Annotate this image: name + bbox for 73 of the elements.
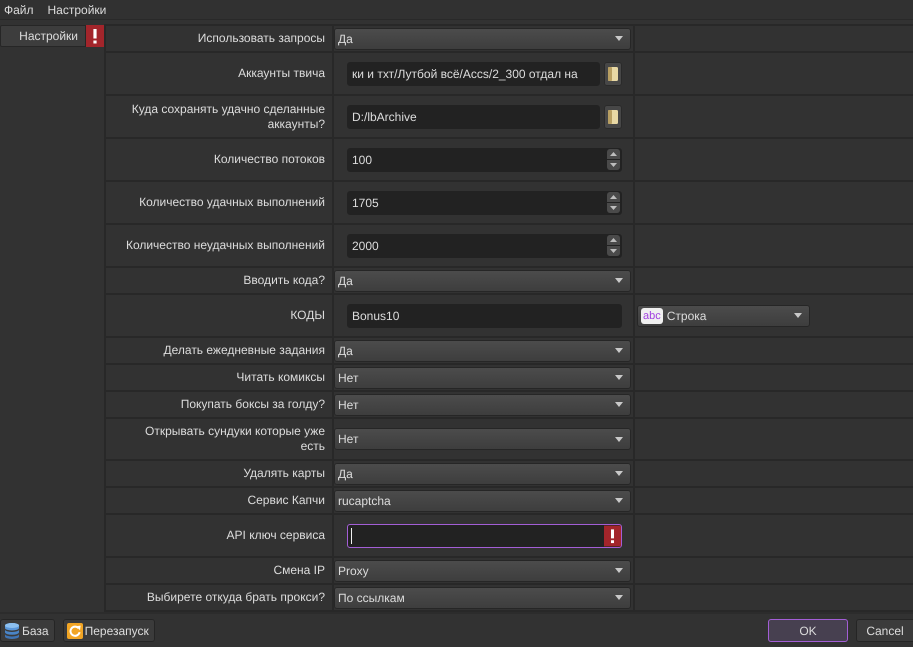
dropdown[interactable]: Нет	[334, 394, 631, 416]
dropdown[interactable]: Да	[334, 462, 631, 484]
menu-item[interactable]: Файл	[1, 0, 37, 18]
dropdown[interactable]: Да	[334, 28, 631, 50]
text-field[interactable]: 1705	[347, 190, 622, 214]
footer-button[interactable]: Перезапуск	[62, 619, 155, 642]
setting-label: Сервис Капчи	[247, 493, 325, 508]
book-icon	[608, 110, 618, 124]
setting-label: Читать комиксы	[236, 370, 325, 385]
up-arrow-icon	[610, 195, 617, 199]
setting-label: API ключ сервиса	[226, 528, 325, 543]
sidebar-item[interactable]: Настройки	[0, 25, 86, 47]
dropdown[interactable]: Нет	[334, 428, 631, 450]
caret-icon	[615, 402, 623, 407]
caret-icon	[615, 375, 623, 380]
setting-label: Выбирете откуда брать прокси?	[146, 590, 325, 605]
caret-icon	[615, 498, 623, 503]
setting-label: Количество неудачных выполнений	[126, 238, 325, 253]
spin-down-button[interactable]	[607, 160, 620, 170]
dialog-button[interactable]: Cancel	[856, 619, 913, 642]
setting-label: Куда сохранять удачно сделанные аккаунты?	[130, 102, 325, 132]
setting-label: Вводить кода?	[243, 273, 325, 288]
text-field[interactable]	[347, 524, 622, 548]
menu-item[interactable]: Настройки	[44, 0, 110, 18]
spin-up-button[interactable]	[607, 192, 620, 202]
type-tag: abc	[641, 308, 663, 324]
text-field[interactable]: D:/lbArchive	[347, 104, 600, 128]
up-arrow-icon	[610, 238, 617, 242]
dropdown[interactable]: Да	[334, 270, 631, 292]
spin-down-button[interactable]	[607, 203, 620, 213]
dropdown[interactable]: Да	[334, 340, 631, 362]
footer-button[interactable]: База	[0, 619, 55, 642]
caret-icon	[615, 436, 623, 442]
setting-label: Делать ежедневные задания	[164, 343, 325, 358]
restart-icon	[66, 622, 83, 638]
down-arrow-icon	[610, 206, 617, 210]
setting-label: Количество удачных выполнений	[139, 195, 325, 210]
setting-label: Покупать боксы за голду?	[180, 397, 325, 412]
up-arrow-icon	[610, 152, 617, 156]
text-cursor-icon	[351, 528, 352, 544]
dropdown[interactable]: rucaptcha	[334, 490, 631, 512]
caret-icon	[615, 471, 623, 476]
spin-up-button[interactable]	[607, 235, 620, 245]
down-arrow-icon	[610, 163, 617, 167]
dialog-button[interactable]: OK	[768, 619, 848, 642]
setting-label: Количество потоков	[214, 152, 325, 167]
spin-down-button[interactable]	[607, 246, 620, 256]
dropdown[interactable]: Нет	[334, 366, 631, 388]
setting-label: Аккаунты твича	[238, 66, 325, 81]
setting-label: Смена IP	[273, 563, 325, 578]
setting-label: Открывать сундуки которые уже есть	[144, 424, 325, 454]
database-icon	[4, 622, 20, 638]
dropdown[interactable]: Proxy	[334, 560, 631, 582]
dropdown[interactable]: По ссылкам	[334, 586, 631, 608]
text-field[interactable]: ки и тхт/Лутбой всё/Accs/2_300 отдал на	[347, 62, 600, 86]
caret-icon	[615, 36, 623, 41]
browse-button[interactable]	[604, 104, 622, 128]
setting-label: КОДЫ	[290, 308, 325, 323]
spin-up-button[interactable]	[607, 149, 620, 159]
browse-button[interactable]	[604, 62, 622, 86]
text-field[interactable]: 100	[347, 148, 622, 172]
caret-icon	[615, 278, 623, 283]
setting-label: Удалять карты	[243, 466, 325, 481]
caret-icon	[615, 568, 623, 573]
caret-icon	[794, 313, 802, 318]
caret-icon	[615, 348, 623, 353]
caret-icon	[615, 595, 623, 600]
text-field[interactable]: Bonus10	[347, 304, 622, 328]
book-icon	[608, 66, 618, 80]
text-field[interactable]: 2000	[347, 234, 622, 258]
dropdown[interactable]: abc Строка	[637, 304, 810, 326]
setting-label: Использовать запросы	[198, 31, 325, 46]
down-arrow-icon	[610, 249, 617, 253]
